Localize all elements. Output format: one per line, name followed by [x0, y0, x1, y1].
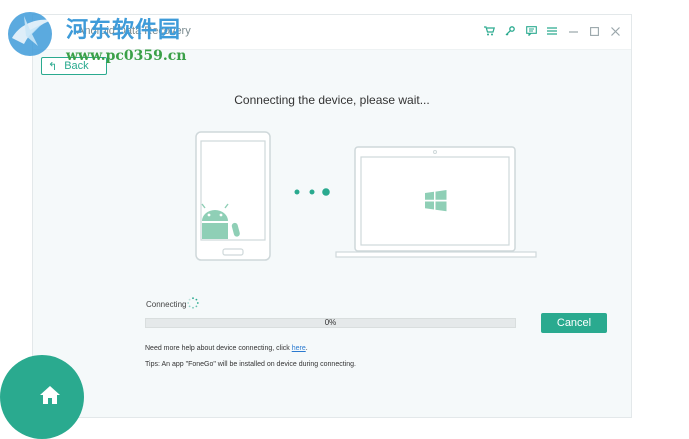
menu-icon[interactable] [544, 23, 560, 39]
close-icon[interactable] [607, 23, 623, 39]
help-message: Need more help about device connecting, … [145, 345, 292, 352]
cancel-button[interactable]: Cancel [541, 313, 607, 333]
device-connection-illustration [195, 131, 537, 261]
page-heading: Connecting the device, please wait... [234, 93, 430, 107]
help-text: Need more help about device connecting, … [145, 345, 308, 352]
progress-bar: 0% [145, 318, 516, 328]
feedback-icon[interactable] [523, 23, 539, 39]
minimize-icon[interactable] [565, 23, 581, 39]
key-icon[interactable] [502, 23, 518, 39]
help-link[interactable]: here [292, 345, 306, 352]
title-bar-controls [481, 23, 623, 39]
laptop-icon [335, 146, 537, 258]
loading-spinner-icon [187, 297, 199, 309]
back-arrow-icon: ↰ [48, 60, 58, 73]
home-icon [40, 386, 60, 404]
progress-percent: 0% [324, 318, 337, 327]
android-phone-icon [195, 131, 271, 261]
back-label: Back [64, 60, 89, 72]
maximize-icon[interactable] [586, 23, 602, 39]
connecting-status: Connecting [146, 300, 187, 309]
cart-icon[interactable] [481, 23, 497, 39]
title-bar: Android Data Recovery [33, 15, 631, 50]
help-suffix: . [305, 345, 308, 352]
connection-dots-icon [294, 188, 330, 196]
app-title: Android Data Recovery [77, 25, 191, 37]
tips-text: Tips: An app "FoneGo" will be installed … [145, 361, 356, 368]
app-window: Android Data Recovery ↰ Back Connecting … [32, 14, 632, 418]
back-button[interactable]: ↰ Back [41, 57, 107, 75]
